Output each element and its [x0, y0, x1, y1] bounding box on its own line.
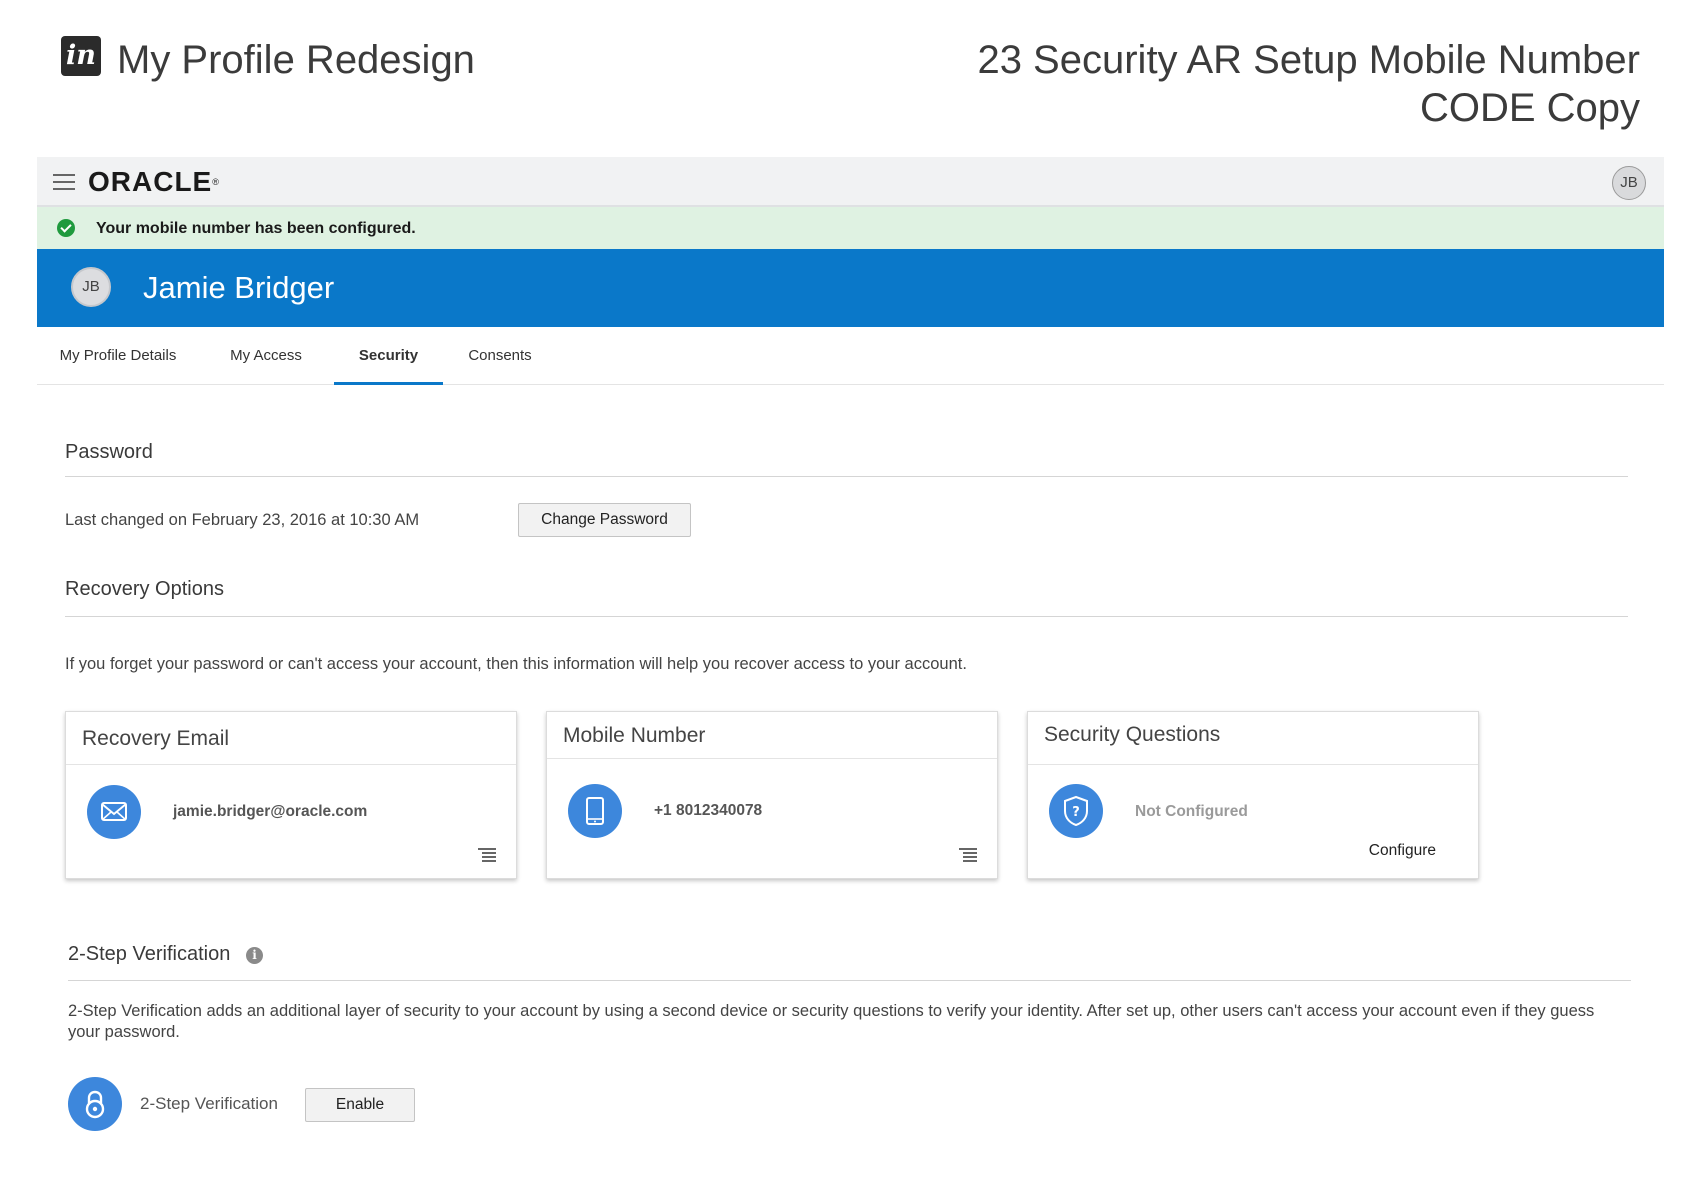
shield-question-icon: ? — [1049, 784, 1103, 838]
invision-logo-icon: in — [61, 36, 101, 76]
two-step-divider — [68, 980, 1631, 981]
app-frame: ORACLE® JB Your mobile number has been c… — [37, 157, 1664, 1157]
hamburger-menu-icon[interactable] — [53, 174, 75, 190]
lock-icon — [68, 1077, 122, 1131]
tab-security[interactable]: Security — [334, 327, 443, 385]
security-questions-status: Not Configured — [1135, 803, 1248, 820]
card-divider — [1028, 764, 1478, 765]
two-step-row-label: 2-Step Verification — [140, 1094, 278, 1113]
password-divider — [65, 476, 1628, 477]
notice-message: Your mobile number has been configured. — [96, 220, 416, 237]
mobile-number-value: +1 8012340078 — [654, 802, 763, 819]
recovery-email-value: jamie.bridger@oracle.com — [173, 803, 368, 820]
tab-consents[interactable]: Consents — [457, 327, 543, 385]
security-questions-card: Security Questions ? Not Configured Conf… — [1027, 711, 1479, 879]
configure-link[interactable]: Configure — [1369, 842, 1436, 860]
screen-title: 23 Security AR Setup Mobile Number CODE … — [977, 38, 1640, 130]
recovery-email-card-title: Recovery Email — [82, 727, 230, 750]
invision-header: in My Profile Redesign 23 Security AR Se… — [0, 0, 1696, 150]
check-circle-icon — [57, 219, 75, 237]
brand-name: ORACLE — [88, 166, 213, 197]
profile-banner: JB Jamie Bridger — [37, 249, 1664, 327]
info-icon[interactable]: i — [246, 947, 263, 964]
card-divider — [66, 764, 516, 765]
list-menu-icon[interactable] — [959, 848, 977, 862]
oracle-logo: ORACLE® — [88, 166, 220, 197]
envelope-icon — [87, 785, 141, 839]
recovery-section-title: Recovery Options — [65, 578, 224, 600]
recovery-description: If you forget your password or can't acc… — [65, 655, 967, 673]
svg-text:?: ? — [1072, 805, 1080, 820]
password-last-changed: Last changed on February 23, 2016 at 10:… — [65, 511, 420, 529]
password-section-title: Password — [65, 441, 153, 463]
two-step-section-title: 2-Step Verification — [68, 943, 231, 965]
recovery-divider — [65, 616, 1628, 617]
success-notice: Your mobile number has been configured. — [37, 207, 1664, 249]
project-title: My Profile Redesign — [117, 38, 475, 82]
list-menu-icon[interactable] — [478, 848, 496, 862]
enable-two-step-button[interactable]: Enable — [305, 1088, 415, 1122]
card-divider — [547, 758, 997, 759]
mobile-phone-icon — [568, 784, 622, 838]
recovery-email-card: Recovery Email jamie.bridger@oracle.com — [65, 711, 517, 879]
two-step-description: 2-Step Verification adds an additional l… — [68, 1002, 1595, 1041]
user-avatar-button[interactable]: JB — [1612, 166, 1646, 200]
mobile-number-card-title: Mobile Number — [563, 724, 706, 747]
security-questions-card-title: Security Questions — [1044, 723, 1221, 746]
profile-name: Jamie Bridger — [143, 270, 335, 305]
top-bar: ORACLE® JB — [37, 157, 1664, 207]
profile-tabs: My Profile Details My Access Security Co… — [37, 327, 1664, 385]
change-password-button[interactable]: Change Password — [518, 503, 691, 537]
profile-avatar: JB — [71, 267, 111, 307]
mobile-number-card: Mobile Number +1 8012340078 — [546, 711, 998, 879]
tab-my-access[interactable]: My Access — [216, 327, 316, 385]
tab-my-profile-details[interactable]: My Profile Details — [37, 327, 199, 385]
